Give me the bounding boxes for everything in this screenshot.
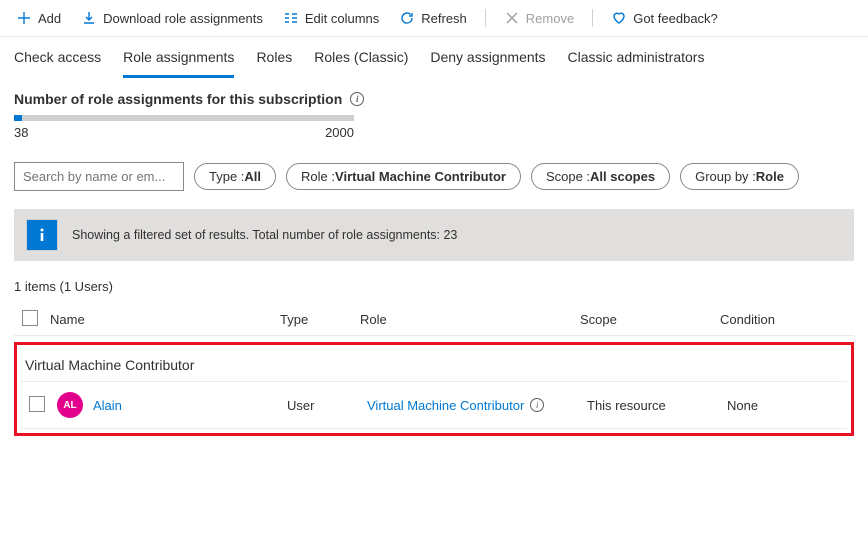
filter-type-label: Type : (209, 169, 244, 184)
col-role[interactable]: Role (356, 304, 576, 336)
download-label: Download role assignments (103, 11, 263, 26)
download-button[interactable]: Download role assignments (75, 6, 269, 30)
progress-track (14, 115, 354, 121)
heart-icon (611, 10, 627, 26)
col-scope[interactable]: Scope (576, 304, 716, 336)
separator (485, 9, 486, 27)
refresh-label: Refresh (421, 11, 467, 26)
remove-label: Remove (526, 11, 574, 26)
filter-groupby[interactable]: Group by : Role (680, 163, 799, 190)
feedback-label: Got feedback? (633, 11, 718, 26)
filters-row: Type : All Role : Virtual Machine Contri… (14, 162, 854, 191)
highlighted-region: Virtual Machine Contributor AL Alain Use… (14, 342, 854, 436)
avatar: AL (57, 392, 83, 418)
info-banner: Showing a filtered set of results. Total… (14, 209, 854, 261)
feedback-button[interactable]: Got feedback? (605, 6, 724, 30)
separator (592, 9, 593, 27)
tab-classic-administrators[interactable]: Classic administrators (568, 49, 705, 77)
quota-heading-text: Number of role assignments for this subs… (14, 91, 342, 107)
filter-role-value: Virtual Machine Contributor (335, 169, 506, 184)
filter-type-value: All (244, 169, 261, 184)
quota-progress: 38 2000 (14, 115, 354, 140)
col-name[interactable]: Name (46, 304, 276, 336)
select-all-checkbox[interactable] (22, 310, 38, 326)
content-area: Number of role assignments for this subs… (0, 77, 868, 456)
quota-max: 2000 (325, 125, 354, 140)
tab-deny-assignments[interactable]: Deny assignments (430, 49, 545, 77)
items-count: 1 items (1 Users) (14, 279, 854, 294)
filter-scope[interactable]: Scope : All scopes (531, 163, 670, 190)
filter-scope-label: Scope : (546, 169, 590, 184)
add-label: Add (38, 11, 61, 26)
filter-role-label: Role : (301, 169, 335, 184)
quota-current: 38 (14, 125, 28, 140)
remove-button: Remove (498, 6, 580, 30)
row-scope: This resource (583, 382, 723, 429)
progress-fill (14, 115, 22, 121)
row-role-link[interactable]: Virtual Machine Contributor (367, 398, 524, 413)
columns-icon (283, 10, 299, 26)
info-icon (26, 219, 58, 251)
row-checkbox[interactable] (29, 396, 45, 412)
search-input[interactable] (14, 162, 184, 191)
tab-roles[interactable]: Roles (256, 49, 292, 77)
filter-groupby-value: Role (756, 169, 784, 184)
table-row[interactable]: AL Alain User Virtual Machine Contributo… (21, 382, 847, 429)
col-type[interactable]: Type (276, 304, 356, 336)
filter-role[interactable]: Role : Virtual Machine Contributor (286, 163, 521, 190)
table-header-row: Name Type Role Scope Condition (14, 304, 854, 336)
edit-columns-label: Edit columns (305, 11, 379, 26)
tab-bar: Check access Role assignments Roles Role… (0, 37, 868, 77)
row-type: User (283, 382, 363, 429)
edit-columns-button[interactable]: Edit columns (277, 6, 385, 30)
info-icon[interactable]: i (530, 398, 544, 412)
tab-role-assignments[interactable]: Role assignments (123, 49, 234, 78)
command-bar: Add Download role assignments Edit colum… (0, 0, 868, 37)
group-header-row: Virtual Machine Contributor (21, 349, 847, 382)
info-icon[interactable]: i (350, 92, 364, 106)
filter-scope-value: All scopes (590, 169, 655, 184)
col-condition[interactable]: Condition (716, 304, 854, 336)
quota-heading: Number of role assignments for this subs… (14, 91, 854, 107)
refresh-icon (399, 10, 415, 26)
remove-icon (504, 10, 520, 26)
row-condition: None (723, 382, 847, 429)
add-button[interactable]: Add (10, 6, 67, 30)
tab-roles-classic[interactable]: Roles (Classic) (314, 49, 408, 77)
group-header-text: Virtual Machine Contributor (21, 349, 847, 382)
info-banner-text: Showing a filtered set of results. Total… (72, 228, 457, 242)
plus-icon (16, 10, 32, 26)
refresh-button[interactable]: Refresh (393, 6, 473, 30)
filter-type[interactable]: Type : All (194, 163, 276, 190)
filter-groupby-label: Group by : (695, 169, 756, 184)
download-icon (81, 10, 97, 26)
user-name-link[interactable]: Alain (93, 398, 122, 413)
tab-check-access[interactable]: Check access (14, 49, 101, 77)
assignments-table: Name Type Role Scope Condition (14, 304, 854, 336)
